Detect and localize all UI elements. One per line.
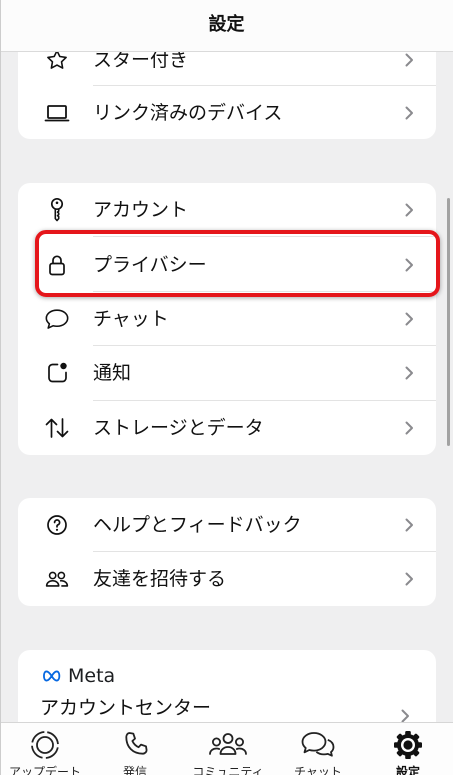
- settings-item-notifications[interactable]: 通知: [18, 346, 436, 401]
- accounts-center-title: アカウントセンター: [40, 697, 212, 719]
- nav-tab-chats[interactable]: チャット: [273, 723, 363, 775]
- nav-tab-label: チャット: [294, 765, 342, 775]
- window-edge: [0, 0, 1, 775]
- nav-tab-updates[interactable]: アップデート: [0, 723, 90, 775]
- settings-item-label: チャット: [93, 307, 169, 330]
- header: 設定: [0, 0, 453, 52]
- nav-tab-label: アップデート: [8, 765, 81, 775]
- nav-tab-communities[interactable]: コミュニティ: [183, 723, 273, 775]
- storage-arrows-icon: [44, 415, 70, 441]
- page-title: 設定: [208, 14, 245, 35]
- settings-item-account[interactable]: アカウント: [18, 183, 436, 238]
- meta-logo: Meta: [40, 665, 115, 687]
- key-icon: [44, 197, 70, 223]
- settings-item-label: プライバシー: [93, 253, 207, 276]
- nav-tab-label: 発信: [122, 765, 147, 775]
- chevron-right-icon: [404, 52, 414, 68]
- scrollbar[interactable]: [447, 198, 450, 446]
- help-icon: [44, 512, 70, 538]
- chevron-right-icon: [404, 571, 414, 587]
- chevron-right-icon: [404, 365, 414, 381]
- meta-infinity-icon: [40, 669, 64, 683]
- nav-tab-label: コミュニティ: [192, 765, 264, 775]
- settings-screen: 設定 スター付き リンク済みのデバイス アカウント プライバシー チャット 通知…: [0, 0, 453, 775]
- settings-group: ヘルプとフィードバック 友達を招待する: [18, 498, 436, 606]
- settings-item-label: ストレージとデータ: [93, 416, 264, 439]
- chats-icon: [298, 730, 338, 760]
- settings-group: アカウント プライバシー チャット 通知 ストレージとデータ: [18, 183, 436, 455]
- settings-item-label: リンク済みのデバイス: [93, 101, 283, 124]
- chevron-right-icon: [404, 105, 414, 121]
- settings-item-label: 通知: [93, 362, 132, 385]
- lock-icon: [44, 252, 70, 278]
- laptop-icon: [44, 100, 70, 126]
- settings-item-label: 友達を招待する: [93, 568, 227, 590]
- settings-gear-icon: [388, 730, 428, 760]
- settings-item-linked-devices[interactable]: リンク済みのデバイス: [18, 86, 436, 139]
- status-icon: [25, 730, 65, 760]
- bottom-tab-bar: アップデート 発信 コミュニティ チャット 設定: [0, 722, 453, 775]
- settings-item-storage-data[interactable]: ストレージとデータ: [18, 401, 436, 455]
- chevron-right-icon: [404, 420, 414, 436]
- nav-tab-label: 設定: [395, 765, 420, 775]
- invite-friends-icon: [44, 566, 70, 592]
- settings-item-label: アカウント: [93, 199, 189, 222]
- meta-brand-text: Meta: [68, 665, 116, 687]
- settings-item-label: ヘルプとフィードバック: [93, 514, 302, 536]
- chat-bubble-icon: [44, 306, 70, 332]
- settings-item-chats[interactable]: チャット: [18, 292, 436, 347]
- chevron-right-icon: [404, 257, 414, 273]
- settings-item-help-feedback[interactable]: ヘルプとフィードバック: [18, 498, 436, 552]
- settings-item-invite-friend[interactable]: 友達を招待する: [18, 552, 436, 606]
- chevron-right-icon: [404, 202, 414, 218]
- notification-icon: [44, 360, 70, 386]
- settings-item-privacy[interactable]: プライバシー: [18, 237, 436, 292]
- community-icon: [208, 730, 248, 760]
- chevron-right-icon: [404, 311, 414, 327]
- chevron-right-icon: [404, 517, 414, 533]
- nav-tab-settings[interactable]: 設定: [363, 723, 453, 775]
- phone-icon: [115, 730, 155, 760]
- nav-tab-calls[interactable]: 発信: [90, 723, 180, 775]
